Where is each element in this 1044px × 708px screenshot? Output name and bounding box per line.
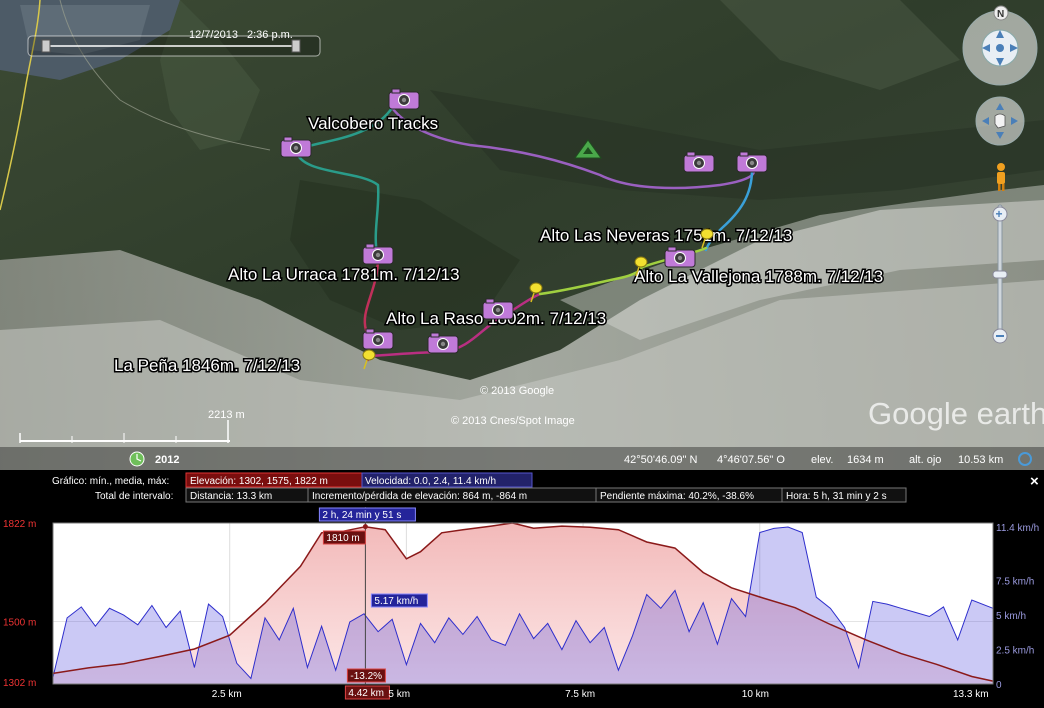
cursor-time-label: 2 h, 24 min y 51 s (318, 507, 416, 522)
cursor-speed-label: 5.17 km/h (370, 593, 428, 608)
photo-camera-icon[interactable] (482, 298, 514, 320)
speed-tick-label: 2.5 km/h (996, 646, 1034, 657)
historical-imagery-clock-icon[interactable] (129, 451, 145, 467)
svg-text:5.17 km/h: 5.17 km/h (374, 596, 418, 607)
status-eye-label: alt. ojo (909, 454, 941, 466)
interval-distance: Distancia: 13.3 km (190, 491, 272, 502)
zoom-slider-thumb[interactable] (992, 270, 1008, 279)
scale-label: 2213 m (208, 409, 245, 421)
svg-text:1810 m: 1810 m (326, 533, 359, 544)
photo-camera-icon[interactable] (427, 332, 459, 354)
placemark-label-vallejona[interactable]: Alto La Vallejona 1788m. 7/12/13 (633, 266, 885, 288)
time-slider-date: 12/7/2013 (189, 29, 238, 41)
placemark-label-neveras[interactable]: Alto Las Neveras 1751m. 7/12/13 (539, 225, 794, 247)
status-eye-altitude: 10.53 km (958, 454, 1003, 466)
placemark-label-urraca[interactable]: Alto La Urraca 1781m. 7/12/13 (227, 264, 462, 286)
photo-camera-icon[interactable] (736, 151, 768, 173)
status-elevation: 1634 m (847, 454, 884, 466)
photo-camera-icon[interactable] (362, 328, 394, 350)
north-label: N (997, 9, 1004, 20)
track-title: Valcobero Tracks (308, 114, 438, 133)
graph-label: Gráfico: mín., media, máx: (52, 476, 169, 487)
x-tick-label: 7.5 km (565, 689, 595, 700)
speed-tick-label: 11.4 km/h (996, 523, 1039, 534)
interval-duration: Hora: 5 h, 31 min y 2 s (786, 491, 887, 502)
google-earth-logo: Google earth (868, 396, 1044, 431)
imagery-year: 2012 (155, 454, 179, 466)
svg-text:-13.2%: -13.2% (350, 671, 382, 682)
speed-stat: Velocidad: 0.0, 2.4, 11.4 km/h (365, 476, 496, 487)
x-tick-label: 2.5 km (212, 689, 242, 700)
x-tick-label: 10 km (742, 689, 769, 700)
elevation-tick-label: 1500 m (3, 617, 36, 628)
elevation-tick-label: 1302 m (3, 678, 36, 689)
time-slider-handle-left[interactable] (41, 39, 51, 53)
status-latitude: 42°50'46.09" N (624, 454, 697, 466)
hand-icon (994, 113, 1006, 129)
time-slider-handle-right[interactable] (291, 39, 301, 53)
interval-label: Total de intervalo: (95, 491, 173, 502)
status-longitude: 4°46'07.56" O (717, 454, 785, 466)
photo-camera-icon[interactable] (664, 246, 696, 268)
photo-camera-icon[interactable] (280, 136, 312, 158)
svg-text:4.42 km: 4.42 km (348, 688, 384, 699)
cursor-distance-label: 4.42 km (344, 685, 390, 700)
elevation-tick-label: 1822 m (3, 519, 36, 530)
speed-tick-label: 5 km/h (996, 611, 1026, 622)
time-slider-time: 2:36 p.m. (247, 29, 293, 41)
elevation-stat: Elevación: 1302, 1575, 1822 m (190, 476, 328, 487)
placemark-label-pena[interactable]: La Peña 1846m. 7/12/13 (113, 355, 302, 377)
close-profile-button[interactable]: × (1030, 473, 1039, 490)
photo-camera-icon[interactable] (388, 88, 420, 110)
x-tick-label: 5 km (388, 689, 410, 700)
svg-text:2 h, 24 min y 51 s: 2 h, 24 min y 51 s (322, 510, 401, 521)
google-earth-view: Valcobero Tracks Alto Las Neveras 1751m.… (0, 0, 1044, 703)
speed-stat-box[interactable]: Velocidad: 0.0, 2.4, 11.4 km/h (361, 472, 533, 488)
copyright-google: © 2013 Google (480, 385, 554, 397)
x-tick-label: 13.3 km (953, 689, 989, 700)
photo-camera-icon[interactable] (362, 243, 394, 265)
interval-gain: Incremento/pérdida de elevación: 864 m, … (312, 491, 527, 502)
cursor-slope-label: -13.2% (346, 668, 386, 683)
copyright-cnes: © 2013 Cnes/Spot Image (451, 415, 575, 427)
eye-icon (996, 44, 1004, 52)
speed-tick-label: 7.5 km/h (996, 577, 1034, 588)
cursor-elevation-label: 1810 m (322, 530, 366, 545)
elevation-stat-box[interactable]: Elevación: 1302, 1575, 1822 m (185, 472, 363, 488)
elevation-profile-chart[interactable]: 2 h, 24 min y 51 s 1810 m 5.17 km/h -13.2% 4… (52, 507, 994, 700)
interval-slope: Pendiente máxima: 40.2%, -38.6% (600, 491, 754, 502)
speed-tick-label: 0 (996, 680, 1002, 691)
status-elev-label: elev. (811, 454, 833, 466)
photo-camera-icon[interactable] (683, 151, 715, 173)
svg-text:+: + (996, 207, 1003, 221)
cursor-elevation-marker (362, 524, 368, 530)
